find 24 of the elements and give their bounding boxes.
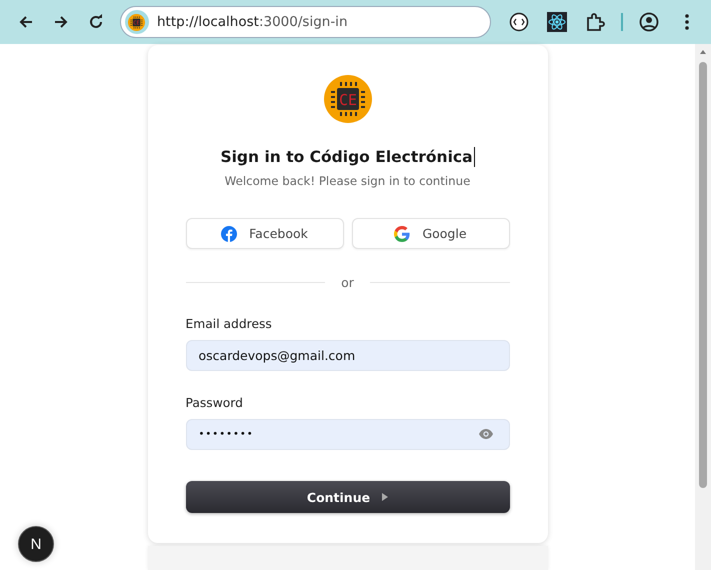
- google-sign-in-button[interactable]: Google: [352, 218, 510, 249]
- show-password-icon[interactable]: [478, 429, 492, 439]
- play-icon: [382, 493, 388, 501]
- facebook-sign-in-button[interactable]: Facebook: [186, 218, 344, 249]
- sign-in-subtitle: Welcome back! Please sign in to continue: [224, 174, 472, 188]
- back-arrow-icon: [18, 14, 34, 30]
- dev-tools-button[interactable]: N: [18, 526, 54, 562]
- google-icon: [394, 226, 410, 242]
- divider-text: or: [341, 275, 354, 290]
- text-cursor: [474, 147, 475, 167]
- url-text: http://localhost:3000/sign-in: [156, 14, 348, 30]
- field-label: Password: [186, 396, 244, 410]
- sign-in-title: Sign in to Código Electrónica: [220, 148, 473, 166]
- email-field[interactable]: oscardevops@gmail.com: [186, 340, 510, 371]
- forward-arrow-icon: [52, 14, 69, 30]
- profile-icon[interactable]: [637, 10, 662, 34]
- password-field[interactable]: ••••••••: [186, 419, 510, 450]
- facebook-icon: [221, 226, 238, 242]
- scrollbar[interactable]: [695, 44, 711, 570]
- continue-button[interactable]: Continue: [186, 481, 510, 513]
- reload-icon: [88, 14, 104, 30]
- atom-icon[interactable]: [545, 10, 570, 34]
- app-logo: CE: [324, 75, 372, 123]
- field-label: Email address: [186, 317, 273, 331]
